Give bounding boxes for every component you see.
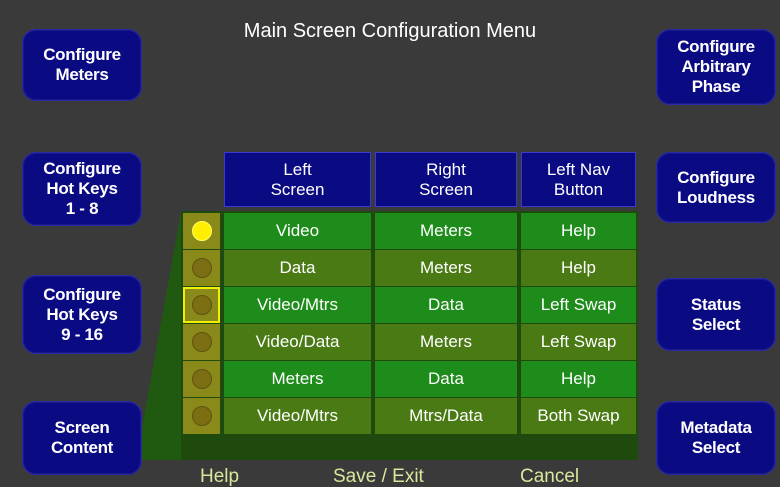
configure-loudness-button[interactable]: Configure Loudness (656, 152, 776, 223)
cell-left-screen[interactable]: Video/Data (224, 324, 371, 360)
row-select-radio-cell[interactable] (183, 398, 220, 434)
cell-left-screen[interactable]: Video (224, 213, 371, 249)
cell-left-nav[interactable]: Left Swap (521, 287, 636, 323)
cell-right-screen[interactable]: Data (375, 287, 517, 323)
cell-left-screen[interactable]: Video/Mtrs (224, 398, 371, 434)
row-select-radio-cell[interactable] (183, 287, 220, 323)
cell-left-nav[interactable]: Left Swap (521, 324, 636, 360)
radio-unselected-icon[interactable] (191, 332, 212, 352)
cell-right-screen[interactable]: Mtrs/Data (375, 398, 517, 434)
screen-content-button[interactable]: Screen Content (22, 401, 142, 475)
column-header-left-screen: Left Screen (224, 152, 371, 207)
cell-left-nav[interactable]: Help (521, 361, 636, 397)
radio-unselected-icon[interactable] (191, 258, 212, 278)
help-button[interactable]: Help (200, 466, 239, 487)
cell-right-screen[interactable]: Meters (375, 324, 517, 360)
cell-left-nav[interactable]: Both Swap (521, 398, 636, 434)
cancel-button[interactable]: Cancel (520, 466, 579, 487)
cell-left-nav[interactable]: Help (521, 213, 636, 249)
configure-hot-keys-1-8-button[interactable]: Configure Hot Keys 1 - 8 (22, 152, 142, 226)
status-select-button[interactable]: Status Select (656, 278, 776, 351)
configure-arbitrary-phase-button[interactable]: Configure Arbitrary Phase (656, 29, 776, 105)
row-select-radio-cell[interactable] (183, 361, 220, 397)
row-select-radio-cell[interactable] (183, 250, 220, 286)
radio-unselected-icon[interactable] (191, 295, 212, 315)
column-header-right-screen: Right Screen (375, 152, 517, 207)
cell-left-nav[interactable]: Help (521, 250, 636, 286)
row-select-radio-cell[interactable] (183, 324, 220, 360)
radio-unselected-icon[interactable] (191, 369, 212, 389)
radio-unselected-icon[interactable] (191, 406, 212, 426)
cell-left-screen[interactable]: Video/Mtrs (224, 287, 371, 323)
column-header-left-nav-button: Left Nav Button (521, 152, 636, 207)
cell-right-screen[interactable]: Meters (375, 250, 517, 286)
cell-right-screen[interactable]: Meters (375, 213, 517, 249)
row-select-radio-cell[interactable] (183, 213, 220, 249)
cell-left-screen[interactable]: Data (224, 250, 371, 286)
configure-hot-keys-9-16-button[interactable]: Configure Hot Keys 9 - 16 (22, 275, 142, 354)
cell-left-screen[interactable]: Meters (224, 361, 371, 397)
cell-right-screen[interactable]: Data (375, 361, 517, 397)
metadata-select-button[interactable]: Metadata Select (656, 401, 776, 475)
save-exit-button[interactable]: Save / Exit (333, 466, 424, 487)
radio-selected-icon[interactable] (191, 221, 212, 241)
configure-meters-button[interactable]: Configure Meters (22, 29, 142, 101)
